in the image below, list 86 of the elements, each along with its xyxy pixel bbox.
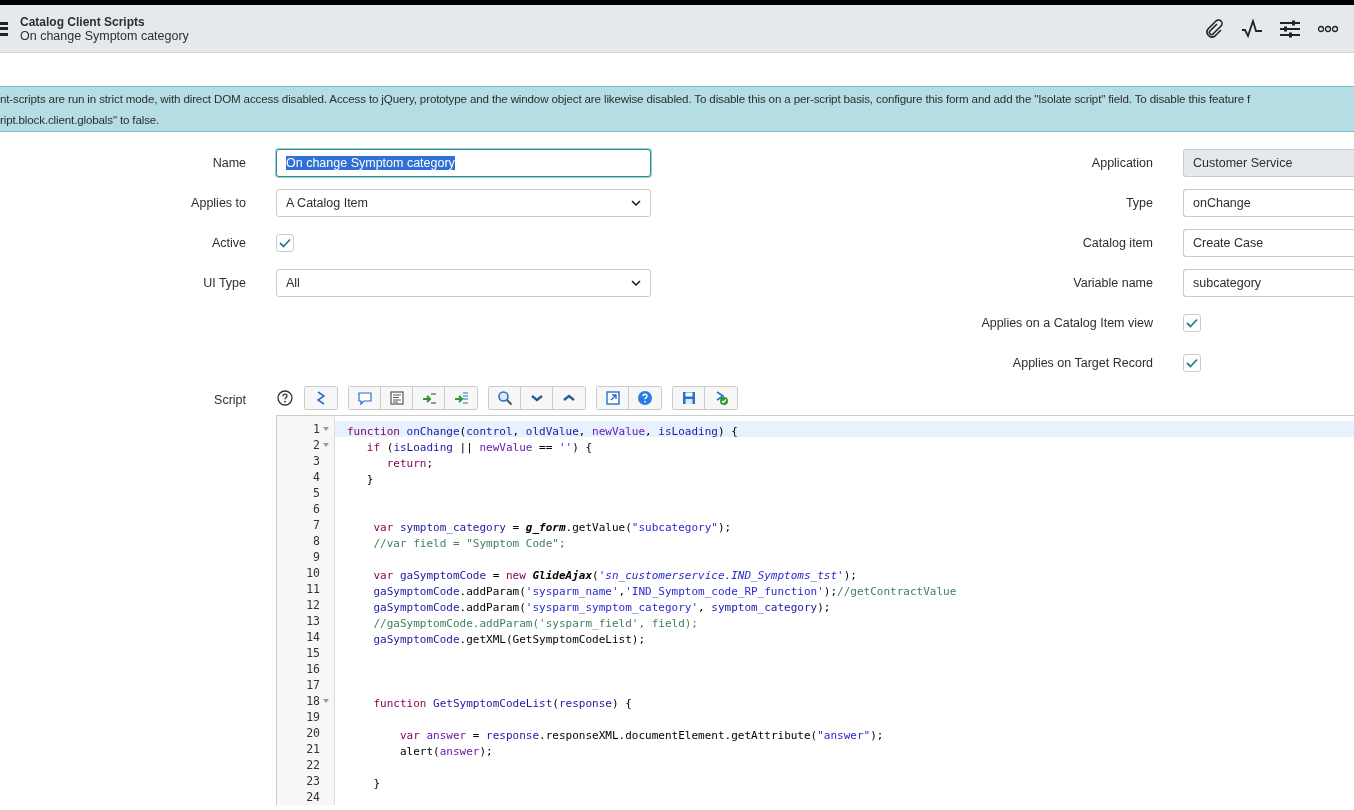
header-subtitle: On change Symptom category	[20, 28, 190, 43]
help-icon[interactable]	[276, 389, 294, 407]
line-number: 12	[306, 598, 320, 612]
line-number: 16	[306, 662, 320, 676]
line-number: 4	[313, 470, 320, 484]
header-title: Catalog Client Scripts	[20, 14, 146, 29]
checkbox[interactable]	[1183, 354, 1201, 372]
checkbox[interactable]	[1183, 314, 1201, 332]
code-line: //gaSymptomCode.addParam('sysparm_field', field);	[372, 617, 698, 630]
search-icon[interactable]	[489, 387, 521, 409]
field-label: Applies on a Catalog Item view	[980, 316, 1153, 330]
field-label: Applies on Target Record	[1011, 356, 1153, 370]
code-line: var symptom_category = g_form.getValue("subcategory");	[372, 521, 732, 534]
field-label: Script	[213, 392, 246, 409]
code-line: function onChange(control, oldValue, newValue, isLoading) {	[347, 425, 738, 438]
input-field[interactable]: On change Symptom category	[276, 149, 651, 177]
line-number: 3	[313, 454, 320, 468]
chevron-down-icon[interactable]	[521, 387, 553, 409]
line-number: 2	[313, 438, 320, 452]
field-label: Application	[1090, 156, 1153, 170]
replace-icon[interactable]	[413, 387, 445, 409]
expand-icon[interactable]	[597, 387, 629, 409]
line-number: 6	[313, 502, 320, 516]
checkbox[interactable]	[276, 234, 294, 252]
script-tool-icon[interactable]	[305, 387, 337, 409]
menu-icon[interactable]	[0, 21, 8, 36]
comment-icon[interactable]	[349, 387, 381, 409]
check-icon	[1186, 358, 1198, 368]
line-number: 5	[313, 486, 320, 500]
select-field[interactable]: subcategory	[1183, 269, 1354, 297]
select-field[interactable]: All	[276, 269, 651, 297]
line-number: 23	[306, 774, 320, 788]
select-field[interactable]: onChange	[1183, 189, 1354, 217]
field-label: Variable name	[1072, 276, 1153, 290]
code-line: }	[365, 473, 374, 486]
code-line: }	[372, 777, 381, 790]
banner-text: nt-scripts are run in strict mode, with direct DOM access disabled. Access to jQuery, prototype and the window object are likewise disabled. To disable this on a per-script basis, configure this form and add the "Isolate script" field. To disable this feature f	[0, 91, 1251, 107]
field-label: UI Type	[202, 276, 246, 290]
check-icon	[279, 238, 291, 248]
code-line: var answer = response.responseXML.documentElement.getAttribute("answer");	[398, 729, 884, 742]
code-line: gaSymptomCode.addParam('sysparm_name','IND_Symptom_code_RP_function');//getContractValue	[372, 585, 957, 598]
line-number: 21	[306, 742, 320, 756]
code-line: return;	[385, 457, 434, 470]
chevron-down-icon	[631, 280, 641, 286]
line-number: 1	[313, 422, 320, 436]
code-line: alert(answer);	[398, 745, 493, 758]
code-line: //var field = "Symptom Code";	[372, 537, 566, 550]
banner-text: ript.block.client.globals" to false.	[0, 112, 160, 128]
line-number: 15	[306, 646, 320, 660]
input-field[interactable]: Create Case	[1183, 229, 1354, 257]
line-number: 7	[313, 518, 320, 532]
code-line: gaSymptomCode.getXML(GetSymptomCodeList);	[372, 633, 646, 646]
line-number: 19	[306, 710, 320, 724]
line-number: 14	[306, 630, 320, 644]
field-label: Catalog item	[1081, 236, 1153, 250]
code-line: function GetSymptomCodeList(response) {	[372, 697, 632, 710]
fold-icon[interactable]	[323, 443, 329, 447]
check-icon	[1186, 318, 1198, 328]
line-number: 18	[306, 694, 320, 708]
line-number: 22	[306, 758, 320, 772]
code-line: var gaSymptomCode = new GlideAjax('sn_customerservice.IND_Symptoms_tst');	[372, 569, 857, 582]
line-number: 9	[313, 550, 320, 564]
replace-all-icon[interactable]	[445, 387, 477, 409]
code-editor[interactable]	[276, 415, 1354, 805]
code-line: gaSymptomCode.addParam('sysparm_symptom_category', symptom_category);	[372, 601, 831, 614]
field-label: Applies to	[190, 196, 246, 210]
line-number: 11	[306, 582, 320, 596]
line-number: 20	[306, 726, 320, 740]
field-label: Type	[1124, 196, 1153, 210]
line-number: 24	[306, 790, 320, 804]
format-icon[interactable]	[381, 387, 413, 409]
fold-icon[interactable]	[323, 699, 329, 703]
line-number: 10	[306, 566, 320, 580]
chevron-down-icon	[631, 200, 641, 206]
select-field[interactable]: A Catalog Item	[276, 189, 651, 217]
line-number: 17	[306, 678, 320, 692]
field-label: Name	[211, 156, 246, 170]
field-label: Active	[210, 236, 246, 250]
line-number: 13	[306, 614, 320, 628]
line-number: 8	[313, 534, 320, 548]
readonly-field: Customer Service	[1183, 149, 1354, 177]
code-line: if (isLoading || newValue == '') {	[365, 441, 593, 454]
syntax-check-icon[interactable]	[705, 387, 737, 409]
save-icon[interactable]	[673, 387, 705, 409]
chevron-up-icon[interactable]	[553, 387, 585, 409]
fold-icon[interactable]	[323, 427, 329, 431]
